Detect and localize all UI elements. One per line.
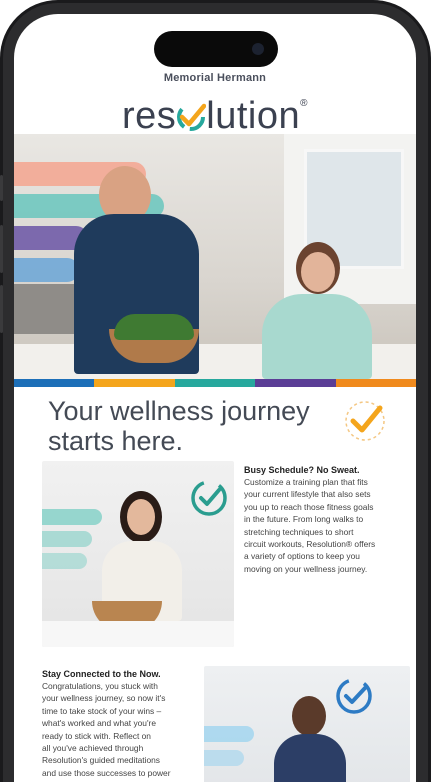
teal-check-badge-icon <box>191 480 227 516</box>
section-2-body: Congratulations, you stuck with your wel… <box>42 680 210 779</box>
brand-color-bar <box>14 379 416 387</box>
logo-text-left: res <box>121 95 177 137</box>
decor-stripe-blue-2 <box>204 750 244 766</box>
page-headline: Your wellness journey starts here. <box>48 396 338 456</box>
decor-stripe-teal-1 <box>42 509 102 525</box>
volume-up-button <box>0 225 3 273</box>
body-line: in the future. From long walks to <box>244 514 364 525</box>
man-head <box>292 696 326 736</box>
body-line: ready to stick with. Reflect on <box>42 730 151 741</box>
section-1-title: Busy Schedule? No Sweat. <box>244 465 360 475</box>
blue-check-badge-icon <box>336 678 372 714</box>
color-bar-blue <box>14 379 95 387</box>
color-bar-purple <box>255 379 336 387</box>
woman-salad-image <box>42 461 234 647</box>
color-bar-teal <box>174 379 256 387</box>
body-line: circuit workouts, Resolution® offers <box>244 539 376 550</box>
body-line: a variety of options to keep you <box>244 551 360 562</box>
color-bar-yellow <box>94 379 175 387</box>
headline-line-2: starts here. <box>48 426 184 456</box>
hero-cooking-image <box>14 134 416 379</box>
decor-stripe-teal-2 <box>42 531 92 547</box>
color-bar-orange <box>335 379 416 387</box>
phone-screen[interactable]: Memorial Hermann res lution® Your wellne… <box>14 14 416 782</box>
woman-face <box>301 252 335 292</box>
body-line: all you've achieved through <box>42 743 144 754</box>
logo-check-icon <box>176 98 207 131</box>
phone-frame: Memorial Hermann res lution® Your wellne… <box>0 0 431 782</box>
logo-text-right: lution <box>206 95 301 137</box>
body-line: Resolution's guided meditations <box>42 755 160 766</box>
body-line: moving on your wellness journey. <box>244 563 368 574</box>
man-shirt <box>274 734 346 782</box>
counter <box>42 621 234 647</box>
salad-greens <box>114 314 194 340</box>
body-line: time to take stock of your wins – <box>42 705 162 716</box>
body-line: and use those successes to power <box>42 767 171 778</box>
woman-sweater <box>262 294 372 379</box>
volume-down-button <box>0 285 3 333</box>
body-line: you up to reach those fitness goals <box>244 501 374 512</box>
camera-icon <box>252 43 264 55</box>
decor-stripe-blue <box>14 258 79 282</box>
body-line: Congratulations, you stuck with <box>42 681 158 691</box>
orange-check-icon <box>345 401 385 441</box>
mute-switch <box>0 175 3 201</box>
body-line: your current lifestyle that also sets <box>244 489 371 500</box>
section-busy-schedule: Busy Schedule? No Sweat. Customize a tra… <box>244 464 412 575</box>
body-line: stretching techniques to short <box>244 526 354 537</box>
body-line: your wellness journey, so now it's <box>42 693 166 704</box>
meditation-image <box>204 666 410 782</box>
headline-line-1: Your wellness journey <box>48 396 310 426</box>
registered-mark: ® <box>300 98 308 109</box>
woman-face <box>127 499 155 535</box>
body-line: what's worked and what you're <box>42 718 156 729</box>
section-1-body: Customize a training plan that fits your… <box>244 476 412 575</box>
section-2-title: Stay Connected to the Now. <box>42 669 161 679</box>
decor-stripe-blue-1 <box>204 726 254 742</box>
resolution-logo[interactable]: res lution® <box>14 82 416 138</box>
section-stay-connected: Stay Connected to the Now. Congratulatio… <box>42 668 210 779</box>
decor-stripe-teal-3 <box>42 553 87 569</box>
dynamic-island <box>154 31 278 67</box>
body-line: Customize a training plan that fits <box>244 477 368 487</box>
